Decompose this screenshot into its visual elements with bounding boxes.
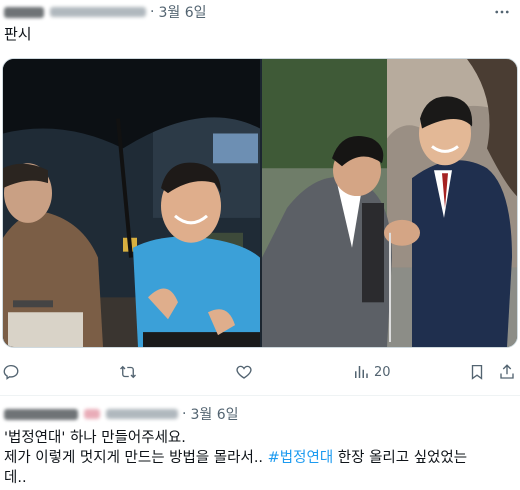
views-icon [355, 366, 368, 378]
heart-icon [236, 365, 252, 379]
tweet-text-line: 제가 이렇게 멋지게 만드는 방법을 몰라서.. #법정연대 한장 올리고 싶었… [4, 448, 514, 468]
share-icon [500, 364, 514, 379]
retweet-button[interactable] [119, 360, 137, 384]
blurred-emoji [84, 409, 100, 419]
tweet[interactable]: · 3월 6일 판시 20 [0, 0, 520, 395]
tweet-date[interactable]: 3월 6일 [190, 404, 238, 424]
tweet-actions: 20 [2, 360, 518, 384]
tweet-photo-2[interactable] [262, 59, 517, 347]
blurred-handle[interactable] [106, 409, 178, 419]
tweet-header: · 3월 6일 [4, 405, 238, 423]
hashtag-link[interactable]: #법정연대 [268, 450, 334, 466]
tweet[interactable]: · 3월 6일 '법정연대' 하나 만들어주세요. 제가 이렇게 멋지게 만드는… [0, 396, 520, 490]
blurred-handle[interactable] [50, 7, 146, 17]
tweet-text: '법정연대' 하나 만들어주세요. 제가 이렇게 멋지게 만드는 방법을 몰라서… [4, 428, 514, 488]
reply-button[interactable] [2, 360, 20, 384]
tweet-text-segment: 제가 이렇게 멋지게 만드는 방법을 몰라서.. [4, 450, 268, 466]
umbrella-photo [3, 59, 260, 347]
tweet-text-line: '법정연대' 하나 만들어주세요. [4, 430, 186, 446]
tweet-date[interactable]: 3월 6일 [158, 2, 206, 22]
retweet-icon [120, 365, 136, 379]
separator-dot: · [150, 4, 155, 20]
views-count: 20 [374, 364, 391, 380]
reply-icon [3, 364, 19, 380]
tweet-header: · 3월 6일 [4, 3, 206, 21]
tweet-media-grid[interactable] [2, 58, 518, 348]
share-button[interactable] [498, 360, 516, 384]
tweet-photo-1[interactable] [3, 59, 260, 347]
tweet-text: 판시 [4, 25, 32, 43]
like-button[interactable] [235, 360, 253, 384]
separator-dot: · [182, 406, 187, 422]
tweet-text-line: 데.. [4, 470, 27, 486]
handshake-photo [262, 59, 517, 347]
blurred-display-name[interactable] [4, 6, 44, 18]
tweet-text-segment: 한장 올리고 싶었었는 [333, 450, 468, 466]
bookmark-button[interactable] [468, 360, 486, 384]
blurred-display-name[interactable] [4, 408, 78, 420]
views-button[interactable]: 20 [352, 360, 391, 384]
bookmark-icon [471, 364, 483, 380]
more-options-icon[interactable] [492, 2, 512, 22]
